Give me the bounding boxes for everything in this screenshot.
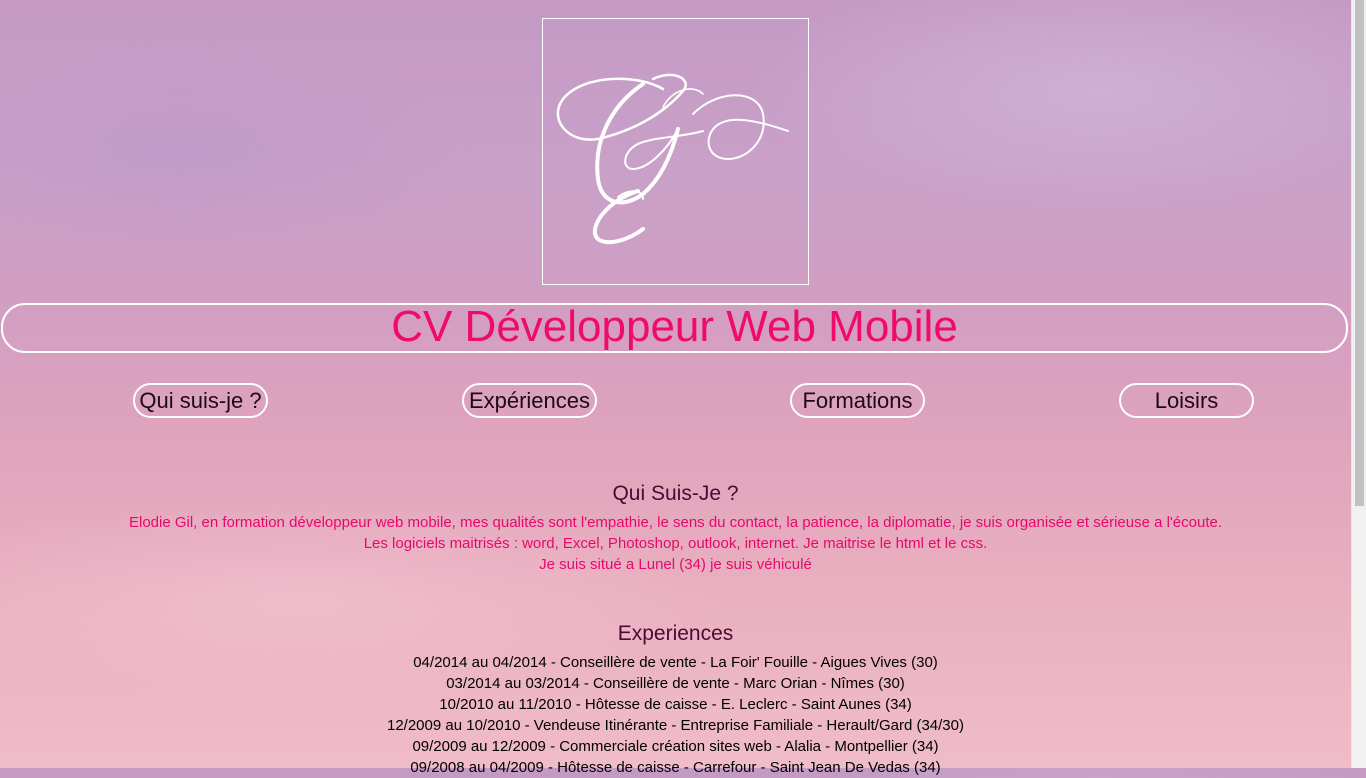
nav-qui-suis-je-button[interactable]: Qui suis-je ? [133,383,268,418]
experience-item: 03/2014 au 03/2014 - Conseillère de vent… [446,675,905,692]
experience-item: 04/2014 au 04/2014 - Conseillère de vent… [413,654,938,671]
gc-monogram-icon [556,73,789,245]
about-line: Je suis situé a Lunel (34) je suis véhic… [539,556,812,573]
nav-experiences-button[interactable]: Expériences [462,383,597,418]
logo [542,18,809,285]
about-line: Elodie Gil, en formation développeur web… [128,514,1222,531]
experience-item: 10/2010 au 11/2010 - Hôtesse de caisse -… [439,696,912,713]
experience-item: 12/2009 au 10/2010 - Vendeuse Itinérante… [386,717,964,734]
about-heading: Qui Suis-Je ? [612,482,739,505]
page-title: CV Développeur Web Mobile [391,302,958,351]
page: CV Développeur Web Mobile Qui suis-je ? … [0,0,1351,776]
scrollbar-thumb[interactable] [1355,0,1364,506]
experiences-section: Experiences 04/2014 au 04/2014 - Conseil… [0,621,1351,778]
vertical-scrollbar[interactable] [1351,0,1366,768]
page-title-banner: CV Développeur Web Mobile [1,302,1348,353]
nav-formations-button[interactable]: Formations [790,383,925,418]
nav-loisirs-button[interactable]: Loisirs [1119,383,1254,418]
experience-item: 09/2009 au 12/2009 - Commerciale créatio… [412,738,939,755]
about-line: Les logiciels maitrisés : word, Excel, P… [363,535,988,552]
experiences-heading: Experiences [617,622,734,645]
about-section: Qui Suis-Je ? Elodie Gil, en formation d… [0,481,1351,575]
